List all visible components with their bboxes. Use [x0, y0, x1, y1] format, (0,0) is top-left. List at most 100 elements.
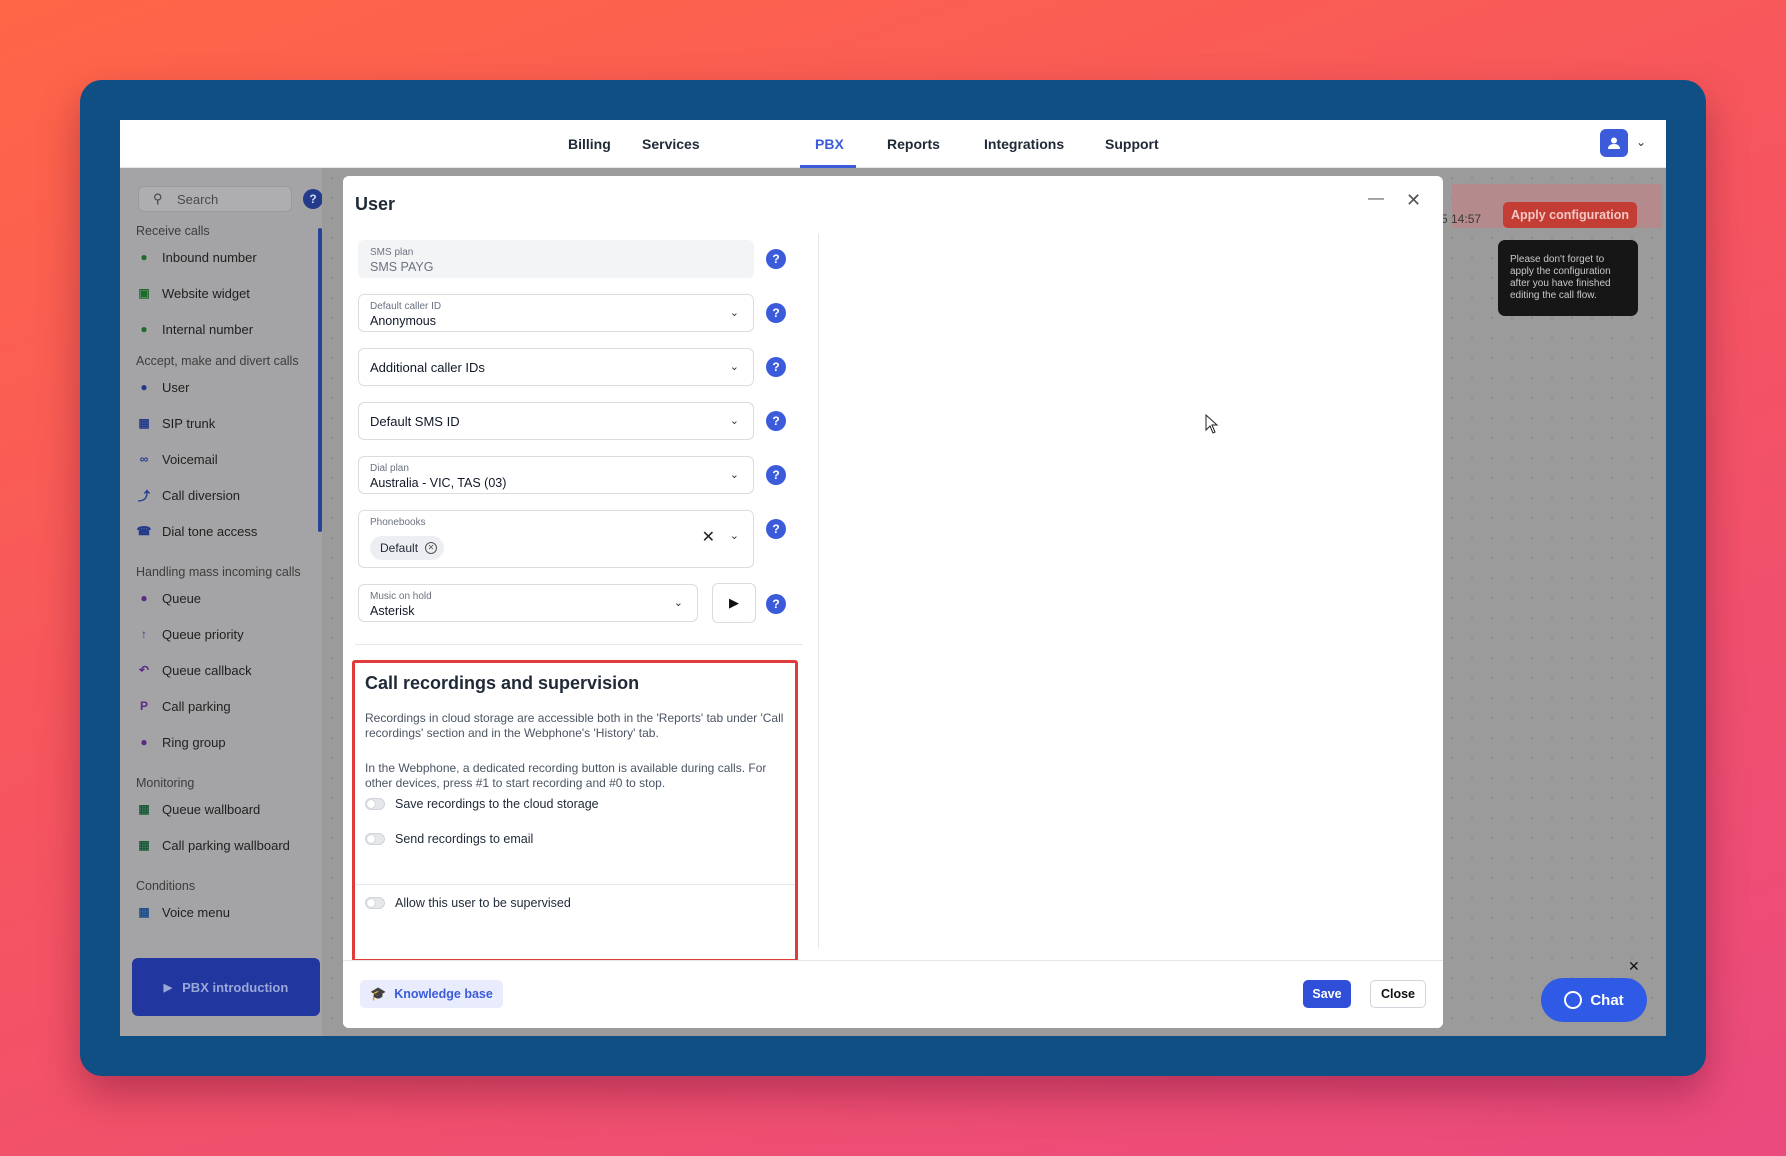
chevron-down-icon[interactable]: ⌄ — [1636, 135, 1646, 149]
modal-title: User — [355, 194, 396, 214]
search-input[interactable]: ⚲ Search — [138, 186, 292, 212]
dial-plan-select[interactable]: Dial plan Australia - VIC, TAS (03) ⌄ — [358, 456, 754, 494]
sidebar-section-title: Handling mass incoming calls — [136, 565, 301, 579]
sidebar-section-title: Accept, make and divert calls — [136, 354, 299, 368]
sidebar-section-title: Receive calls — [136, 224, 210, 238]
recordings-webphone-note: In the Webphone, a dedicated recording b… — [365, 761, 767, 790]
send-to-email-toggle[interactable] — [365, 833, 385, 845]
help-icon[interactable]: ? — [766, 465, 786, 485]
minimize-icon[interactable]: — — [1368, 190, 1384, 208]
group-icon: ● — [140, 735, 148, 749]
sidebar-section-title: Monitoring — [136, 776, 195, 790]
sip-trunk-icon: ▦ — [138, 416, 150, 430]
sidebar-item-queue-callback[interactable]: ↶ Queue callback — [136, 659, 252, 681]
sidebar-item-queue-wallboard[interactable]: ▦ Queue wallboard — [136, 798, 260, 820]
plus-circle-icon: ● — [140, 322, 148, 336]
sms-plan-field: SMS plan SMS PAYG — [358, 240, 754, 278]
chevron-down-icon: ⌄ — [729, 307, 739, 319]
search-icon: ⚲ — [153, 191, 163, 206]
tab-integrations[interactable]: Integrations — [984, 136, 1064, 152]
play-music-button[interactable]: ▶ — [712, 583, 756, 623]
help-icon[interactable]: ? — [766, 519, 786, 539]
tab-billing[interactable]: Billing — [568, 136, 611, 152]
sidebar-item-queue-priority[interactable]: ↑ Queue priority — [136, 623, 244, 645]
chevron-down-icon: ⌄ — [729, 530, 739, 542]
remove-chip-icon[interactable]: ✕ — [425, 542, 438, 554]
apply-tooltip: Please don't forget to apply the configu… — [1498, 240, 1638, 316]
sidebar-item-call-diversion[interactable]: ⤴ Call diversion — [136, 484, 240, 506]
clear-icon[interactable]: ✕ — [702, 527, 715, 547]
sidebar-item-call-parking[interactable]: P Call parking — [136, 695, 231, 717]
sidebar-section-title: Conditions — [136, 879, 196, 893]
diversion-icon: ⤴ — [137, 488, 150, 503]
sidebar-item-voicemail[interactable]: ∞ Voicemail — [136, 448, 218, 470]
save-to-cloud-row[interactable]: Save recordings to the cloud storage — [365, 795, 599, 813]
section-divider — [355, 884, 795, 885]
section-divider — [355, 644, 803, 645]
pbx-introduction-button[interactable]: ▶ PBX introduction — [132, 958, 320, 1016]
parking-icon: P — [139, 699, 148, 713]
help-icon[interactable]: ? — [766, 303, 786, 323]
phone-icon: ☎ — [136, 524, 152, 538]
knowledge-base-button[interactable]: 🎓 Knowledge base — [360, 980, 503, 1008]
allow-supervision-toggle[interactable] — [365, 897, 385, 909]
save-button[interactable]: Save — [1303, 980, 1351, 1008]
wallboard-icon: ▦ — [138, 802, 150, 816]
additional-caller-ids-select[interactable]: Additional caller IDs ⌄ — [358, 348, 754, 386]
chat-button[interactable]: Chat — [1541, 978, 1647, 1022]
tab-reports[interactable]: Reports — [887, 136, 940, 152]
tab-support[interactable]: Support — [1105, 136, 1159, 152]
user-icon — [1608, 137, 1620, 149]
apply-configuration-button[interactable]: Apply configuration — [1503, 202, 1637, 228]
help-icon[interactable]: ? — [766, 249, 786, 269]
tab-pbx[interactable]: PBX — [815, 136, 844, 152]
help-icon[interactable]: ? — [303, 189, 323, 209]
chat-bubble-icon — [1564, 991, 1583, 1009]
music-on-hold-select[interactable]: Music on hold Asterisk ⌄ — [358, 584, 698, 622]
help-icon[interactable]: ? — [766, 411, 786, 431]
chat-close-icon[interactable]: ✕ — [1628, 958, 1640, 975]
send-to-email-row[interactable]: Send recordings to email — [365, 830, 533, 848]
phonebooks-select[interactable]: Phonebooks Default ✕ ✕ ⌄ — [358, 510, 754, 568]
chevron-down-icon: ⌄ — [729, 361, 739, 373]
section-title: Call recordings and supervision — [365, 673, 640, 693]
save-to-cloud-toggle[interactable] — [365, 798, 385, 810]
graduation-cap-icon: 🎓 — [370, 986, 387, 1001]
modal-footer: 🎓 Knowledge base Save Close — [343, 960, 1443, 1028]
allow-supervision-row[interactable]: Allow this user to be supervised — [365, 894, 571, 912]
help-icon[interactable]: ? — [766, 594, 786, 614]
chevron-down-icon: ⌄ — [729, 415, 739, 427]
user-modal: User — ✕ SMS plan SMS PAYG ? Default cal… — [343, 176, 1443, 1028]
voicemail-icon: ∞ — [139, 452, 149, 466]
widget-icon: ▣ — [138, 286, 150, 300]
help-icon[interactable]: ? — [766, 357, 786, 377]
sidebar-item-dial-tone-access[interactable]: ☎ Dial tone access — [136, 520, 258, 542]
chevron-down-icon: ⌄ — [673, 597, 683, 609]
sidebar-item-internal-number[interactable]: ● Internal number — [136, 318, 253, 340]
sidebar: ⚲ Search ? Receive calls ● Inbound number… — [120, 168, 323, 1036]
sidebar-item-ring-group[interactable]: ● Ring group — [136, 731, 225, 753]
top-navigation: Billing Services PBX Reports Integration… — [120, 120, 1666, 168]
play-icon: ▶ — [163, 981, 173, 994]
user-avatar-button[interactable] — [1600, 129, 1628, 157]
tab-services[interactable]: Services — [642, 136, 700, 152]
play-icon: ▶ — [729, 595, 739, 610]
mouse-cursor-icon — [1205, 414, 1219, 434]
close-button[interactable]: Close — [1370, 980, 1426, 1008]
search-placeholder: Search — [177, 192, 219, 207]
arrow-up-icon: ↑ — [141, 627, 147, 641]
sidebar-item-inbound-number[interactable]: ● Inbound number — [136, 246, 256, 268]
sidebar-item-user[interactable]: ● User — [136, 376, 189, 398]
close-icon[interactable]: ✕ — [1406, 190, 1421, 211]
voice-menu-icon: ▦ — [138, 905, 150, 919]
default-caller-id-select[interactable]: Default caller ID Anonymous ⌄ — [358, 294, 754, 332]
sidebar-item-voice-menu[interactable]: ▦ Voice menu — [136, 901, 230, 923]
call-recordings-section: Call recordings and supervision Recordin… — [352, 660, 798, 962]
sidebar-item-queue[interactable]: ● Queue — [136, 587, 201, 609]
default-sms-id-select[interactable]: Default SMS ID ⌄ — [358, 402, 754, 440]
phonebook-chip[interactable]: Default ✕ — [370, 536, 445, 560]
sidebar-item-call-parking-wallboard[interactable]: ▦ Call parking wallboard — [136, 834, 290, 856]
sidebar-item-sip-trunk[interactable]: ▦ SIP trunk — [136, 412, 215, 434]
sidebar-item-website-widget[interactable]: ▣ Website widget — [136, 282, 250, 304]
wallboard-icon: ▦ — [138, 838, 150, 852]
